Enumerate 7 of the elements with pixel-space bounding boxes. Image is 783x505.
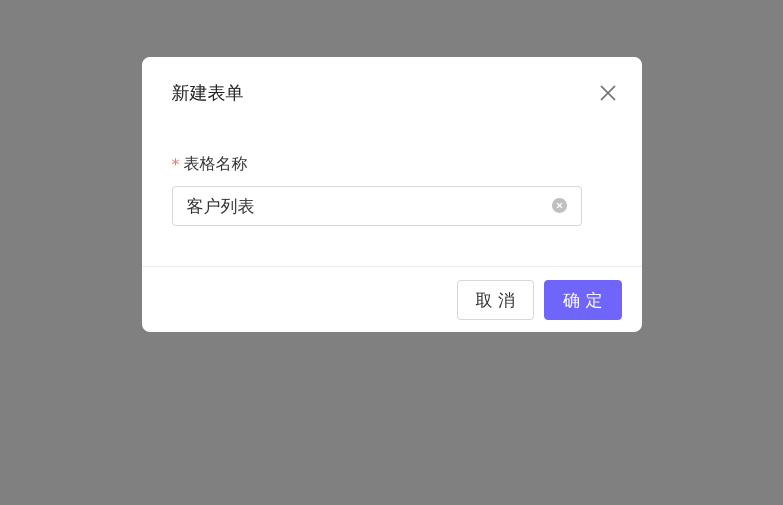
confirm-button[interactable]: 确 定: [544, 280, 622, 320]
cancel-button[interactable]: 取 消: [456, 280, 534, 320]
field-label: 表格名称: [184, 154, 248, 175]
input-field[interactable]: 客户列表: [172, 186, 582, 226]
dialog-title: 新建表单: [172, 82, 244, 105]
close-button[interactable]: [598, 83, 618, 103]
required-mark: *: [172, 155, 180, 174]
